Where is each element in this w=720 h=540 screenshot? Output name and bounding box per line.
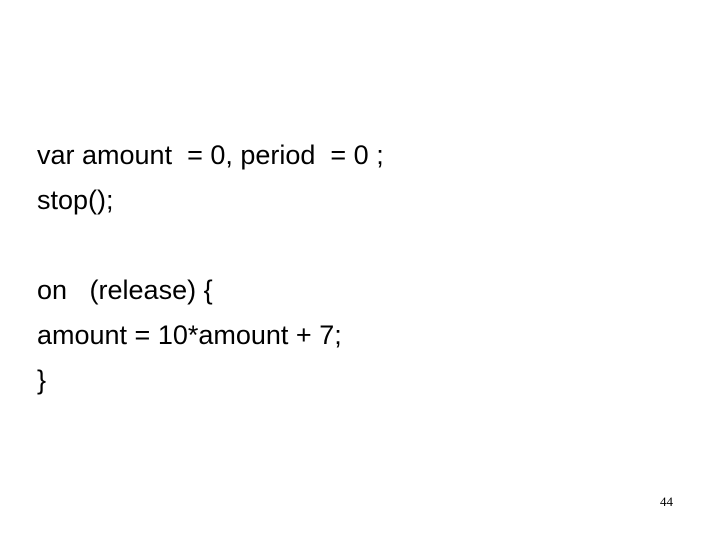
code-line-2: stop(); <box>37 185 114 215</box>
code-line-5: amount = 10*amount + 7; <box>37 320 342 350</box>
code-line-4: on (release) { <box>37 275 213 305</box>
code-line-6: } <box>37 365 47 395</box>
code-line-1: var amount = 0, period = 0 ; <box>37 140 384 170</box>
code-line-3-blank <box>37 223 677 268</box>
page-number: 44 <box>660 494 673 509</box>
code-block: var amount = 0, period = 0 ; stop(); on … <box>37 133 677 403</box>
slide-canvas: var amount = 0, period = 0 ; stop(); on … <box>0 0 720 540</box>
